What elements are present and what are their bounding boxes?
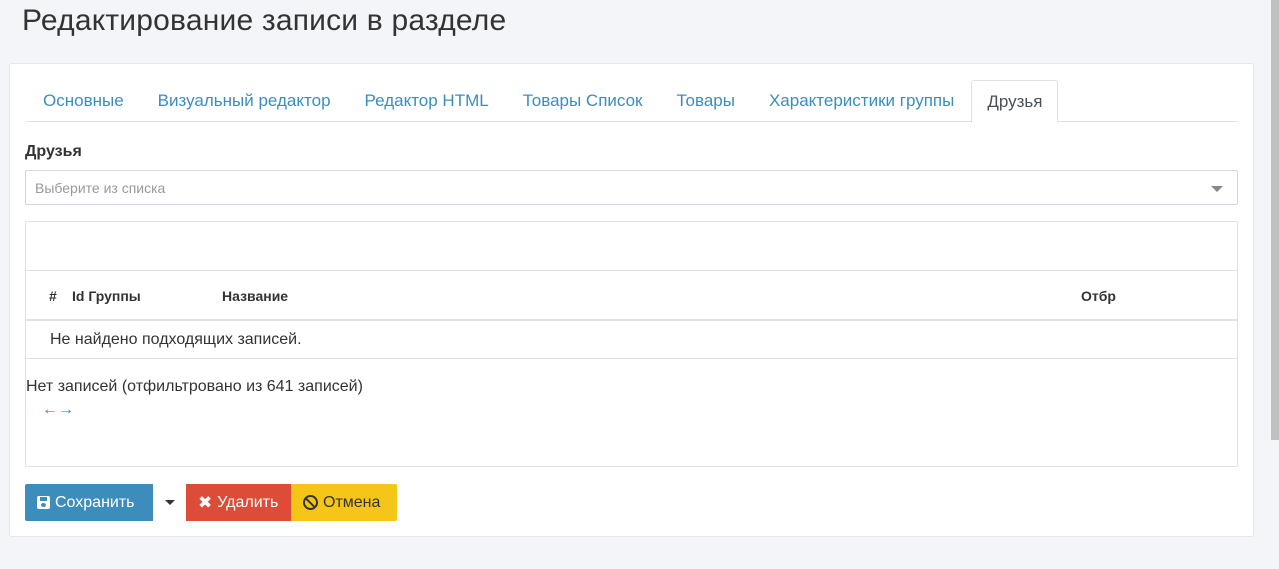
x-icon: ✖	[198, 493, 213, 512]
empty-message: Не найдено подходящих записей.	[50, 331, 302, 348]
edit-card: Основные Визуальный редактор Редактор HT…	[9, 63, 1254, 537]
tab-html-editor[interactable]: Редактор HTML	[348, 80, 506, 122]
save-options-dropdown-button[interactable]	[153, 484, 186, 521]
delete-button[interactable]: ✖ Удалить	[186, 484, 291, 521]
table-row: Не найдено подходящих записей.	[26, 321, 1237, 359]
page-title: Редактирование записи в разделе	[22, 4, 507, 37]
tab-bar: Основные Визуальный редактор Редактор HT…	[26, 80, 1238, 123]
action-buttons: Сохранить ✖ Удалить Отмена	[25, 484, 397, 521]
pager-next-arrow-icon[interactable]: →	[58, 401, 74, 419]
friends-label: Друзья	[25, 143, 82, 160]
cancel-button[interactable]: Отмена	[291, 484, 397, 521]
save-button[interactable]: Сохранить	[25, 484, 153, 521]
tab-main[interactable]: Основные	[26, 80, 141, 122]
pagination: ← →	[42, 401, 74, 419]
tab-products-list[interactable]: Товары Список	[506, 80, 660, 122]
delete-button-label: Удалить	[217, 494, 279, 511]
floppy-disk-icon	[37, 496, 50, 509]
tab-group-characteristics[interactable]: Характеристики группы	[752, 80, 971, 122]
column-header-group-id[interactable]: Id Группы	[72, 288, 141, 304]
pager-prev-arrow-icon[interactable]: ←	[42, 401, 58, 419]
column-header-name[interactable]: Название	[222, 288, 288, 304]
chevron-down-icon	[1211, 186, 1223, 192]
save-button-label: Сохранить	[55, 494, 135, 511]
page-scrollbar[interactable]	[1271, 0, 1279, 440]
column-header-number[interactable]: #	[49, 288, 57, 304]
column-header-display[interactable]: Отбр	[1081, 288, 1116, 304]
tab-products[interactable]: Товары	[659, 80, 751, 122]
tab-visual-editor[interactable]: Визуальный редактор	[141, 80, 348, 122]
table-header: # Id Группы Название Отбр	[26, 270, 1237, 321]
ban-icon	[303, 495, 318, 510]
caret-down-icon	[164, 500, 175, 505]
friends-table: # Id Группы Название Отбр Не найдено под…	[25, 221, 1238, 467]
select-placeholder: Выберите из списка	[35, 180, 166, 196]
table-info: Нет записей (отфильтровано из 641 записе…	[26, 378, 363, 395]
cancel-button-label: Отмена	[323, 494, 381, 511]
tab-friends[interactable]: Друзья	[971, 80, 1059, 123]
friends-select[interactable]: Выберите из списка	[25, 170, 1238, 205]
